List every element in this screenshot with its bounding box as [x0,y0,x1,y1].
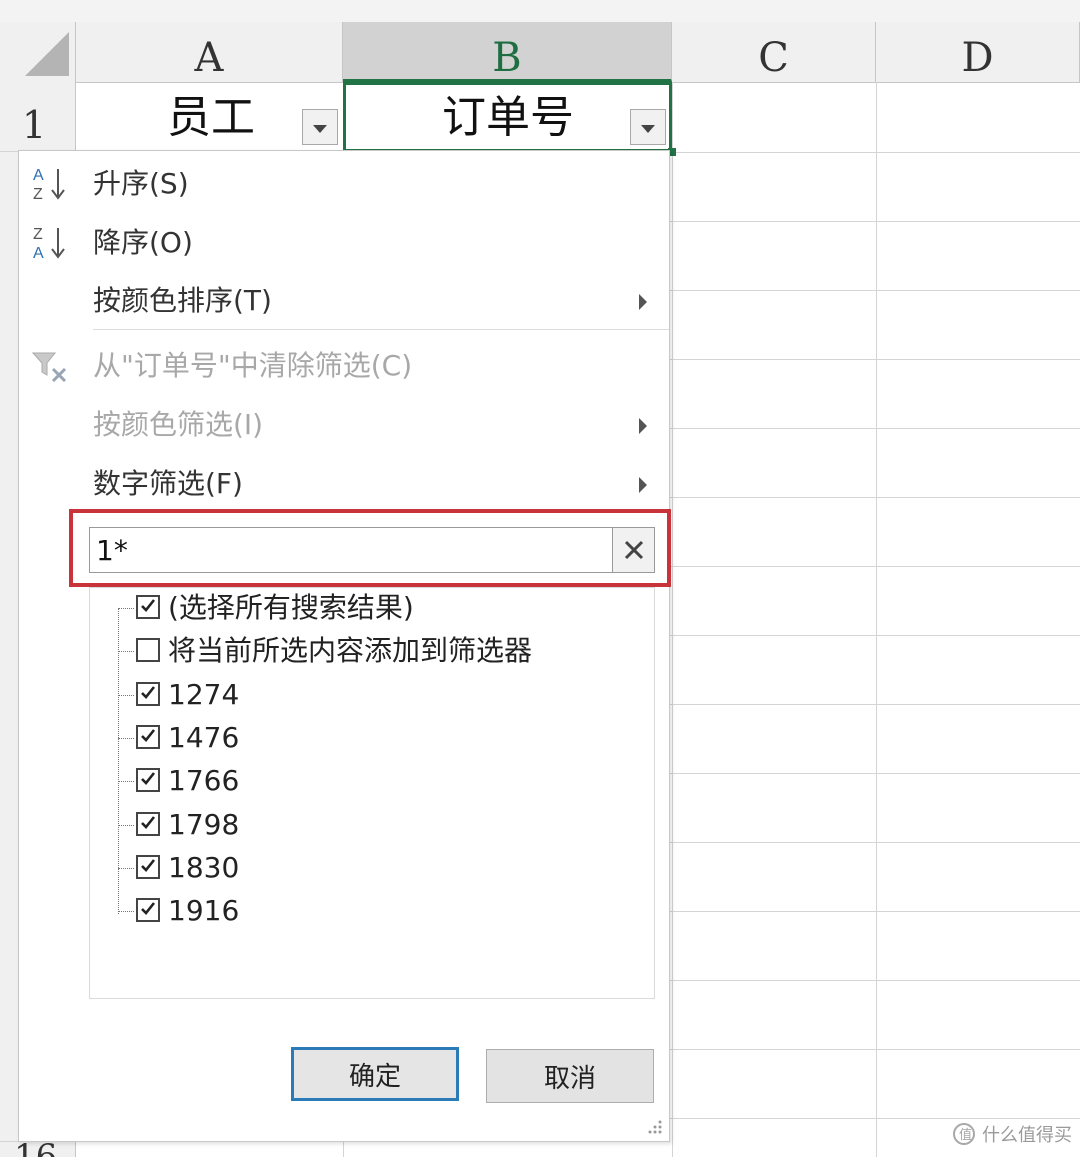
cancel-button[interactable]: 取消 [486,1049,654,1103]
tree-connector [118,694,134,696]
list-item-label: 1766 [168,764,240,798]
tree-connector [118,867,134,869]
menu-item-sort-by-color[interactable]: 按颜色排序(T) [19,272,669,330]
checkbox[interactable] [136,854,160,879]
list-item-label: 将当前所选内容添加到筛选器 [168,634,533,668]
list-item[interactable]: 1798 [90,805,650,847]
list-item[interactable]: 1830 [90,848,650,890]
svg-text:A: A [33,245,44,262]
select-all-corner[interactable] [0,22,76,82]
grid-line [672,82,673,1157]
menu-item-sort-ascending[interactable]: A Z 升序(S) [19,155,669,213]
list-item-label: 1274 [168,677,240,711]
tree-connector [118,911,134,913]
list-item[interactable]: 将当前所选内容添加到筛选器 [90,631,650,673]
close-icon [624,540,643,560]
submenu-arrow-icon [639,418,647,434]
menu-item-label: 升序(S) [93,167,189,200]
menu-separator [93,329,669,330]
tree-connector [118,608,134,609]
svg-text:值: 值 [959,1127,972,1143]
filter-dropdown-button-a[interactable] [302,109,338,145]
column-header-d[interactable]: D [876,22,1080,82]
checkmark-icon [141,815,156,829]
column-header-a[interactable]: A [76,22,343,82]
checkmark-icon [141,599,156,612]
sort-descending-icon: Z A [33,226,65,262]
checkmark-icon [141,772,156,786]
submenu-arrow-icon [639,477,647,493]
list-item[interactable]: 1476 [90,718,650,760]
checkbox[interactable] [136,811,160,836]
column-header-b[interactable]: B [343,22,672,82]
menu-item-label: 按颜色排序(T) [93,284,272,317]
checkmark-icon [141,685,156,699]
dropdown-arrow-icon [313,124,327,133]
tree-connector [118,824,134,826]
checkbox[interactable] [136,768,160,793]
menu-item-label: 数字筛选(F) [93,467,243,500]
resize-grip-icon[interactable] [647,1119,663,1135]
cell-b1[interactable]: 订单号 [346,86,670,150]
menu-item-label: 降序(O) [93,226,193,259]
column-header-c[interactable]: C [672,22,876,82]
row-header-1[interactable]: 1 [0,82,76,152]
search-box [89,527,655,573]
menu-item-label: 从"订单号"中清除筛选(C) [93,349,413,382]
checkmark-icon [141,858,156,872]
checkbox[interactable] [136,681,160,706]
clear-search-button[interactable] [612,528,654,572]
checkbox[interactable] [136,724,160,749]
svg-text:Z: Z [33,226,43,243]
menu-item-sort-descending[interactable]: Z A 降序(O) [19,214,669,272]
list-item-label: 1798 [168,807,240,841]
watermark: 值 什么值得买 [952,1120,1072,1148]
list-item-label: (选择所有搜索结果) [168,591,414,624]
checkmark-icon [141,729,156,742]
dropdown-arrow-icon [641,124,655,133]
select-all-triangle [25,32,69,76]
menu-item-label: 按颜色筛选(I) [93,408,264,441]
list-item[interactable]: 1916 [90,891,650,933]
list-item-label: 1476 [168,720,240,754]
menu-item-clear-filter[interactable]: 从"订单号"中清除筛选(C) [19,337,669,395]
clear-filter-icon [31,352,67,383]
row-header-16[interactable]: 16 [0,1142,76,1157]
tree-connector [118,737,134,739]
list-item[interactable]: 1766 [90,761,650,803]
watermark-text: 什么值得买 [982,1125,1072,1146]
checkbox[interactable] [136,898,160,923]
watermark-logo-icon: 值 [953,1123,975,1145]
search-input[interactable] [92,530,618,570]
checkbox[interactable] [136,595,160,619]
ok-button[interactable]: 确定 [291,1047,459,1101]
menu-item-filter-by-color[interactable]: 按颜色筛选(I) [19,396,669,454]
svg-text:A: A [33,167,44,184]
grid-line [876,82,877,1157]
toolbar-strip [0,0,1080,22]
checkbox[interactable] [136,638,160,663]
menu-item-number-filter[interactable]: 数字筛选(F) [19,455,669,513]
list-item-label: 1916 [168,894,240,928]
svg-text:Z: Z [33,186,43,203]
checkmark-icon [141,902,156,916]
sort-ascending-icon: A Z [33,167,65,203]
list-item[interactable]: 1274 [90,675,650,717]
list-item-label: 1830 [168,850,240,884]
autofilter-menu: A Z 升序(S) Z A 降序(O) 按颜色排序(T) 从"订单号"中清除筛选… [18,150,671,1142]
filter-dropdown-button-b[interactable] [630,109,666,145]
tree-connector [118,651,134,653]
filter-value-list: (选择所有搜索结果) 将当前所选内容添加到筛选器 1274 1476 1766 1798 1… [89,587,655,999]
tree-connector [118,781,134,783]
list-item[interactable]: (选择所有搜索结果) [90,588,650,630]
submenu-arrow-icon [639,294,647,310]
